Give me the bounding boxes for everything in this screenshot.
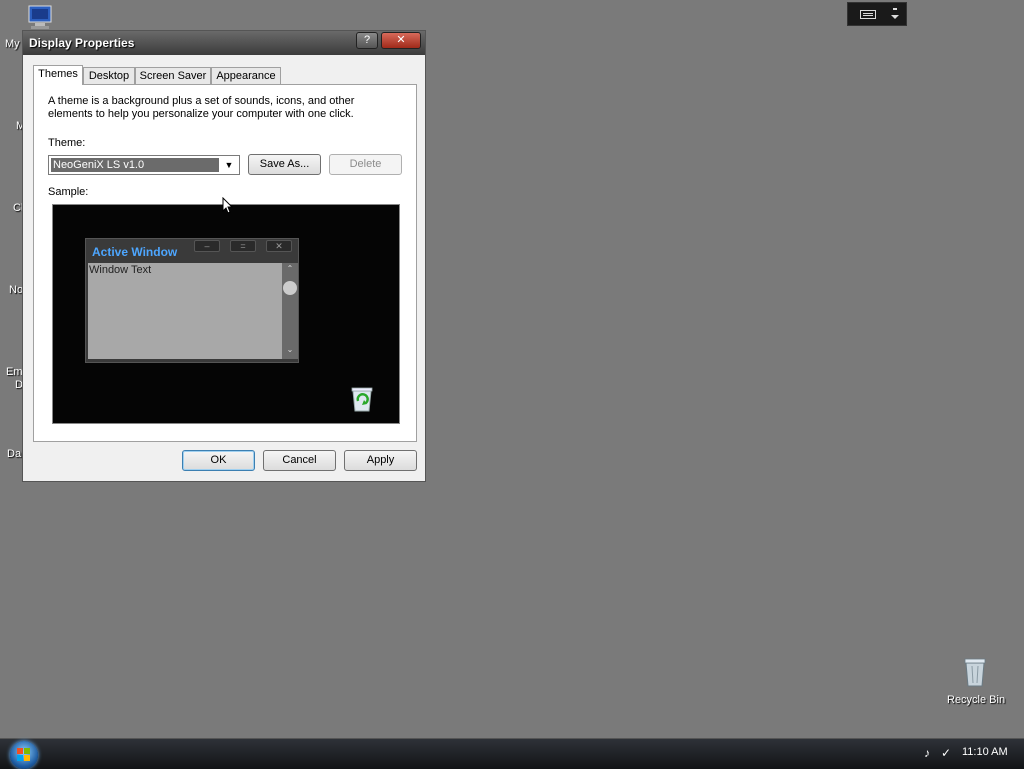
tray-speaker-icon[interactable]: ♪ [924,746,938,760]
sample-label: Sample: [48,186,89,198]
desktop-label-da[interactable]: Da [7,448,21,460]
tab-screen-saver[interactable]: Screen Saver [135,67,211,84]
recycle-bin-icon[interactable] [962,656,988,688]
sample-maximize-icon: = [230,240,256,252]
windows-logo-icon [17,748,30,761]
desktop-label-em[interactable]: Em [6,366,23,378]
theme-sample-preview: Active Window – = ✕ Window Text ⌃ ⌄ [52,204,400,424]
sample-close-icon: ✕ [266,240,292,252]
display-properties-dialog: Display Properties ? ✕ Themes Desktop Sc… [22,30,426,482]
chevron-down-icon[interactable]: ▼ [221,158,237,172]
close-icon: ✕ [396,34,406,46]
cancel-button[interactable]: Cancel [263,450,336,471]
scroll-thumb [283,281,297,295]
keyboard-icon[interactable] [860,8,876,20]
dialog-title: Display Properties [29,36,135,50]
scroll-up-icon: ⌃ [286,264,294,273]
theme-select-value: NeoGeniX LS v1.0 [51,158,219,172]
help-icon: ? [363,34,371,46]
sample-scrollbar: ⌃ ⌄ [282,263,298,359]
tab-appearance[interactable]: Appearance [211,67,281,84]
sample-window-text: Window Text [88,263,282,359]
taskbar-clock[interactable]: 11:10 AM [962,746,1008,758]
tray-network-icon[interactable]: ✓ [941,746,955,760]
apply-button[interactable]: Apply [344,450,417,471]
language-bar[interactable] [847,2,907,26]
theme-select[interactable]: NeoGeniX LS v1.0 ▼ [48,155,240,175]
themes-panel: A theme is a background plus a set of so… [33,84,417,442]
help-button[interactable]: ? [356,32,378,49]
theme-label: Theme: [48,137,86,149]
sample-active-window: Active Window – = ✕ Window Text ⌃ ⌄ [85,238,299,363]
desktop-label-my[interactable]: My [5,38,20,50]
dialog-client: Themes Desktop Screen Saver Appearance A… [25,57,423,479]
options-arrow-icon[interactable] [890,7,900,21]
tab-themes[interactable]: Themes [33,65,83,85]
delete-button[interactable]: Delete [329,154,402,175]
mouse-cursor-icon [222,197,234,214]
desktop-label-no[interactable]: No [9,284,23,296]
close-button[interactable]: ✕ [381,32,421,49]
taskbar: ♪ ✓ 11:10 AM [0,738,1024,769]
save-as-button[interactable]: Save As... [248,154,321,175]
sample-window-title: Active Window [92,245,178,259]
title-bar[interactable]: Display Properties ? ✕ [23,31,425,55]
scroll-down-icon: ⌄ [286,345,294,354]
ok-button[interactable]: OK [182,450,255,471]
sample-minimize-icon: – [194,240,220,252]
start-button[interactable] [10,741,38,769]
theme-description: A theme is a background plus a set of so… [48,95,355,120]
sample-recycle-bin-icon [351,387,373,412]
recycle-bin-label[interactable]: Recycle Bin [947,694,1005,706]
my-computer-icon[interactable] [26,4,54,30]
tab-desktop[interactable]: Desktop [83,67,135,84]
